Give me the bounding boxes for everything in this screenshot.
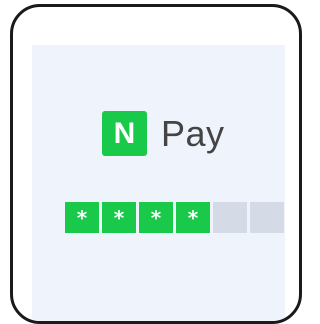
payment-screen: N Pay * * * * <box>32 45 285 321</box>
pin-digit-filled: * <box>65 202 99 233</box>
naver-n-logo-icon: N <box>102 111 147 156</box>
pin-digit-empty <box>213 202 247 233</box>
pin-digit-filled: * <box>102 202 136 233</box>
pin-digit-empty <box>250 202 284 233</box>
naver-pay-brand: N Pay <box>102 111 225 156</box>
brand-name: Pay <box>161 112 225 154</box>
pin-indicator: * * * * <box>65 202 284 233</box>
logo-letter: N <box>113 116 136 150</box>
pin-digit-filled: * <box>176 202 210 233</box>
phone-frame: N Pay * * * * <box>10 4 302 324</box>
pin-digit-filled: * <box>139 202 173 233</box>
